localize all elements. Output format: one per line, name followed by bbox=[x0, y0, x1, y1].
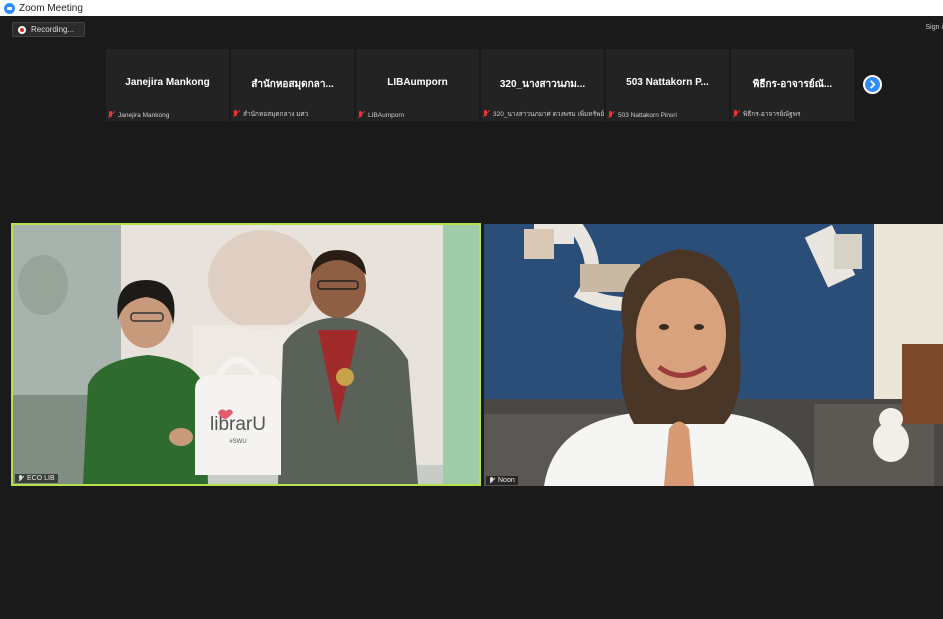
window-title: Zoom Meeting bbox=[19, 2, 83, 14]
sign-in-link[interactable]: Sign i bbox=[925, 24, 943, 31]
participant-strip: Janejira Mankong Janejira Mankong สำนักห… bbox=[106, 49, 854, 121]
tote-bag-tagline: #SWU bbox=[229, 439, 246, 445]
participant-name: 320_นางสาวนภม... bbox=[499, 79, 586, 90]
next-page-button[interactable] bbox=[863, 75, 882, 94]
video-feed: librarU #SWU bbox=[13, 225, 479, 484]
meeting-top-bar: Recording... Sign i bbox=[0, 16, 943, 42]
video-name: Noon bbox=[498, 477, 515, 484]
zoom-logo-icon bbox=[4, 2, 15, 14]
participant-tile[interactable]: พิธีกร-อาจารย์ณั... พิธีกร-อาจารย์ณัฐพร bbox=[731, 49, 854, 121]
participant-label-text: 503 Nattakorn Pinsri bbox=[618, 111, 677, 119]
participant-tile[interactable]: LIBAumporn LIBAumporn bbox=[356, 49, 479, 121]
video-name-label: ECO LIB bbox=[15, 474, 58, 483]
title-bar: Zoom Meeting bbox=[0, 0, 943, 16]
participant-tile[interactable]: 503 Nattakorn P... 503 Nattakorn Pinsri bbox=[606, 49, 729, 121]
video-tile-eco-lib[interactable]: librarU #SWU ECO LIB bbox=[11, 223, 481, 486]
mic-muted-icon bbox=[107, 111, 115, 119]
participant-label-text: LIBAumporn bbox=[368, 111, 405, 119]
participant-label: พิธีกร-อาจารย์ณัฐพร bbox=[732, 109, 801, 119]
participant-label-text: สำนักหอสมุดกลาง มศว bbox=[243, 111, 309, 118]
chevron-right-icon bbox=[870, 80, 876, 89]
mic-muted-icon bbox=[482, 110, 490, 118]
mic-muted-icon bbox=[607, 111, 615, 119]
record-icon bbox=[18, 25, 26, 34]
participant-label: 320_นางสาวนภมาศ ดวงพรม เพิ่มทรัพย์ bbox=[482, 109, 604, 119]
participant-name: 503 Nattakorn P... bbox=[626, 77, 709, 88]
mic-muted-icon bbox=[357, 111, 365, 119]
mic-muted-icon bbox=[489, 477, 495, 484]
participant-name: พิธีกร-อาจารย์ณั... bbox=[752, 79, 833, 90]
participant-name: Janejira Mankong bbox=[125, 77, 210, 88]
video-feed bbox=[484, 224, 943, 486]
recording-indicator[interactable]: Recording... bbox=[12, 22, 85, 37]
participant-name: LIBAumporn bbox=[387, 77, 448, 88]
participant-label: 503 Nattakorn Pinsri bbox=[607, 111, 677, 119]
tote-bag-logo: librarU bbox=[210, 414, 266, 435]
participant-label: LIBAumporn bbox=[357, 111, 404, 119]
participant-label-text: Janejira Mankong bbox=[118, 111, 170, 119]
mic-muted-icon bbox=[232, 110, 240, 118]
video-name: ECO LIB bbox=[27, 475, 55, 482]
video-tile-noon[interactable]: Noon bbox=[484, 224, 943, 486]
participant-label-text: 320_นางสาวนภมาศ ดวงพรม เพิ่มทรัพย์ bbox=[493, 111, 605, 118]
participant-label: Janejira Mankong bbox=[107, 111, 169, 119]
participant-label: สำนักหอสมุดกลาง มศว bbox=[232, 109, 308, 119]
recording-label: Recording... bbox=[31, 25, 75, 34]
video-name-label: Noon bbox=[486, 476, 518, 485]
participant-tile[interactable]: 320_นางสาวนภม... 320_นางสาวนภมาศ ดวงพรม … bbox=[481, 49, 604, 121]
participant-tile[interactable]: Janejira Mankong Janejira Mankong bbox=[106, 49, 229, 121]
mic-muted-icon bbox=[732, 110, 740, 118]
mic-muted-icon bbox=[18, 475, 24, 482]
participant-name: สำนักหอสมุดกลา... bbox=[251, 79, 334, 90]
participant-label-text: พิธีกร-อาจารย์ณัฐพร bbox=[743, 111, 801, 118]
participant-tile[interactable]: สำนักหอสมุดกลา... สำนักหอสมุดกลาง มศว bbox=[231, 49, 354, 121]
